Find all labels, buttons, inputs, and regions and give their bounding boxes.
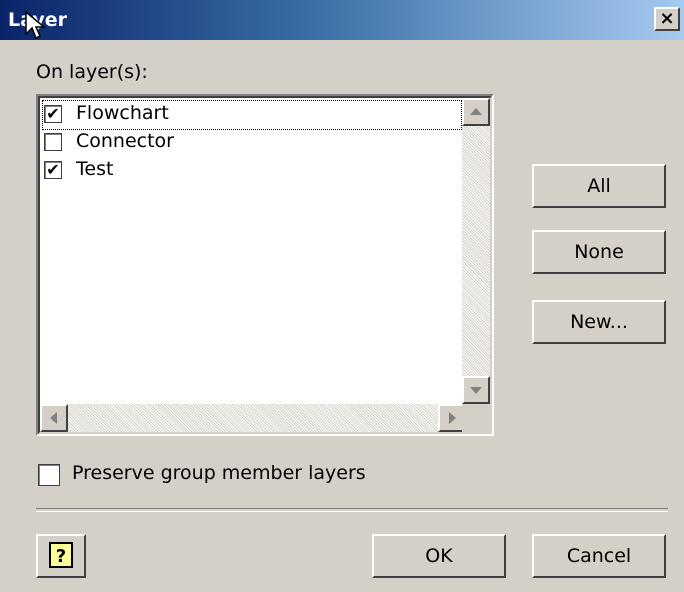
layer-label: Flowchart — [76, 102, 169, 124]
layer-label: Connector — [76, 130, 174, 152]
new-button-label: New... — [570, 311, 628, 333]
separator — [36, 508, 668, 512]
title-bar: Layer × — [0, 0, 684, 40]
none-button-label: None — [574, 241, 624, 263]
close-icon: × — [659, 8, 675, 29]
new-button[interactable]: New... — [532, 300, 666, 344]
cancel-button[interactable]: Cancel — [532, 534, 666, 578]
layer-label: Test — [76, 158, 114, 180]
arrow-right-icon — [449, 412, 456, 424]
arrow-down-icon — [470, 387, 482, 394]
preserve-checkbox[interactable] — [38, 464, 60, 486]
scroll-down-button[interactable] — [462, 376, 490, 404]
mouse-cursor-icon — [25, 10, 47, 40]
scrollbar-corner — [462, 404, 490, 432]
vertical-scrollbar[interactable] — [462, 98, 490, 404]
ok-button-label: OK — [425, 545, 453, 567]
all-button-label: All — [587, 175, 611, 197]
scroll-left-button[interactable] — [40, 404, 68, 432]
arrow-left-icon — [50, 412, 57, 424]
cancel-button-label: Cancel — [566, 545, 632, 567]
none-button[interactable]: None — [532, 230, 666, 274]
help-glyph: ? — [56, 546, 66, 567]
close-button[interactable]: × — [654, 7, 680, 31]
on-layers-label: On layer(s): — [36, 61, 148, 83]
arrow-up-icon — [470, 108, 482, 115]
preserve-label: Preserve group member layers — [72, 462, 366, 484]
horizontal-scrollbar[interactable] — [40, 404, 466, 432]
help-icon: ? — [49, 542, 73, 568]
layers-listbox[interactable]: ✔ Flowchart Connector ✔ Test — [36, 94, 494, 436]
layer-checkbox[interactable]: ✔ — [44, 105, 62, 123]
layer-row-test[interactable]: ✔ Test — [42, 156, 462, 186]
layer-checkbox[interactable]: ✔ — [44, 161, 62, 179]
scroll-up-button[interactable] — [462, 98, 490, 126]
layer-checkbox[interactable] — [44, 133, 62, 151]
all-button[interactable]: All — [532, 164, 666, 208]
ok-button[interactable]: OK — [372, 534, 506, 578]
layer-row-connector[interactable]: Connector — [42, 128, 462, 158]
help-button[interactable]: ? — [36, 534, 86, 578]
layer-row-flowchart[interactable]: ✔ Flowchart — [42, 100, 462, 130]
